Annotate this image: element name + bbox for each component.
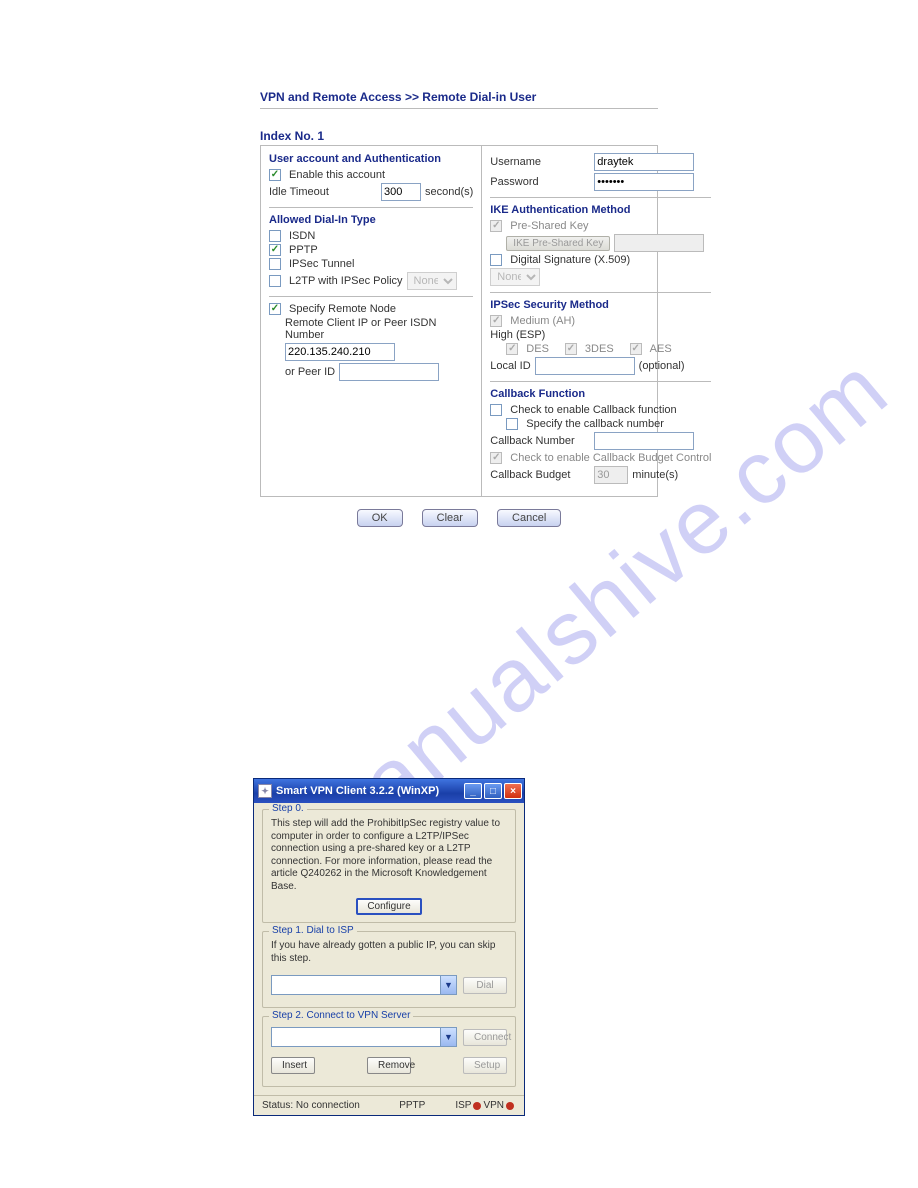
minimize-button[interactable]: _ <box>464 783 482 799</box>
close-button[interactable]: × <box>504 783 522 799</box>
isdn-label: ISDN <box>289 230 315 242</box>
digsig-label: Digital Signature (X.509) <box>510 254 630 266</box>
step1-text: If you have already gotten a public IP, … <box>271 940 507 965</box>
aes-label: AES <box>650 343 672 355</box>
enable-account-checkbox[interactable] <box>269 169 281 181</box>
callback-budget-input <box>594 466 628 484</box>
optional-label: (optional) <box>639 360 685 372</box>
index-title: Index No. 1 <box>260 129 658 143</box>
chevron-down-icon: ▼ <box>440 1028 456 1046</box>
maximize-button[interactable]: □ <box>484 783 502 799</box>
local-id-input[interactable] <box>535 357 635 375</box>
setup-button: Setup <box>463 1057 507 1074</box>
password-label: Password <box>490 176 590 188</box>
ike-title: IKE Authentication Method <box>490 204 711 216</box>
idle-timeout-input[interactable] <box>381 183 421 201</box>
psk-button: IKE Pre-Shared Key <box>506 236 610 251</box>
ipsec-tunnel-checkbox[interactable] <box>269 258 281 270</box>
window-titlebar[interactable]: ✦ Smart VPN Client 3.2.2 (WinXP) _ □ × <box>254 779 524 803</box>
configure-button[interactable]: Configure <box>356 898 421 915</box>
psk-input <box>614 234 704 252</box>
callback-enable-label: Check to enable Callback function <box>510 404 676 416</box>
aes-checkbox <box>630 343 642 355</box>
proto-text: PPTP <box>399 1100 425 1111</box>
l2tp-policy-select: None <box>407 272 457 290</box>
username-label: Username <box>490 156 590 168</box>
digsig-select: None <box>490 268 540 286</box>
l2tp-checkbox[interactable] <box>269 275 281 287</box>
peer-id-label: or Peer ID <box>285 366 335 378</box>
step2-legend: Step 2. Connect to VPN Server <box>269 1010 413 1021</box>
medium-label: Medium (AH) <box>510 315 575 327</box>
ipsec-sec-title: IPSec Security Method <box>490 299 711 311</box>
local-id-label: Local ID <box>490 360 530 372</box>
callback-budget-unit: minute(s) <box>632 469 678 481</box>
dial-button: Dial <box>463 977 507 994</box>
callback-num-label: Callback Number <box>490 435 590 447</box>
isp-label: ISP <box>455 1100 471 1111</box>
tdes-label: 3DES <box>585 343 614 355</box>
des-label: DES <box>526 343 549 355</box>
idle-timeout-label: Idle Timeout <box>269 186 377 198</box>
psk-label: Pre-Shared Key <box>510 220 588 232</box>
callback-budget-enable-label: Check to enable Callback Budget Control <box>510 452 711 464</box>
status-bar: Status: No connection PPTP ISP VPN <box>254 1095 524 1115</box>
medium-checkbox <box>490 315 502 327</box>
isdn-checkbox[interactable] <box>269 230 281 242</box>
high-label: High (ESP) <box>490 329 711 341</box>
user-auth-title: User account and Authentication <box>269 153 473 165</box>
isp-select[interactable]: ▼ <box>271 975 457 995</box>
remove-button[interactable]: Remove <box>367 1057 411 1074</box>
vpn-label: VPN <box>483 1100 504 1111</box>
config-panel: User account and Authentication Enable t… <box>260 145 658 497</box>
step2-group: Step 2. Connect to VPN Server ▼ Connect … <box>262 1016 516 1087</box>
cancel-button[interactable]: Cancel <box>497 509 561 527</box>
vpn-status-dot <box>506 1102 514 1110</box>
ipsec-tunnel-label: IPSec Tunnel <box>289 258 354 270</box>
dialin-title: Allowed Dial-In Type <box>269 214 473 226</box>
vpn-server-select[interactable]: ▼ <box>271 1027 457 1047</box>
des-checkbox <box>506 343 518 355</box>
isp-status-dot <box>473 1102 481 1110</box>
connect-button: Connect <box>463 1029 507 1046</box>
psk-checkbox <box>490 220 502 232</box>
step0-group: Step 0. This step will add the ProhibitI… <box>262 809 516 923</box>
specify-remote-label: Specify Remote Node <box>289 303 396 315</box>
callback-specify-checkbox[interactable] <box>506 418 518 430</box>
callback-specify-label: Specify the callback number <box>526 418 664 430</box>
step1-group: Step 1. Dial to ISP If you have already … <box>262 931 516 1008</box>
tdes-checkbox <box>565 343 577 355</box>
step0-legend: Step 0. <box>269 803 307 814</box>
specify-remote-checkbox[interactable] <box>269 303 281 315</box>
callback-num-input[interactable] <box>594 432 694 450</box>
peer-id-input[interactable] <box>339 363 439 381</box>
chevron-down-icon: ▼ <box>440 976 456 994</box>
enable-account-label: Enable this account <box>289 169 385 181</box>
password-input[interactable] <box>594 173 694 191</box>
pptp-checkbox[interactable] <box>269 244 281 256</box>
callback-enable-checkbox[interactable] <box>490 404 502 416</box>
window-title: Smart VPN Client 3.2.2 (WinXP) <box>276 785 439 797</box>
digsig-checkbox[interactable] <box>490 254 502 266</box>
remote-client-input[interactable] <box>285 343 395 361</box>
remote-client-label: Remote Client IP or Peer ISDN Number <box>285 317 473 341</box>
insert-button[interactable]: Insert <box>271 1057 315 1074</box>
idle-timeout-unit: second(s) <box>425 186 473 198</box>
breadcrumb: VPN and Remote Access >> Remote Dial-in … <box>260 90 658 109</box>
vpn-client-window: ✦ Smart VPN Client 3.2.2 (WinXP) _ □ × S… <box>253 778 525 1116</box>
callback-budget-checkbox <box>490 452 502 464</box>
callback-title: Callback Function <box>490 388 711 400</box>
callback-budget-label: Callback Budget <box>490 469 590 481</box>
pptp-label: PPTP <box>289 244 318 256</box>
clear-button[interactable]: Clear <box>422 509 478 527</box>
l2tp-label: L2TP with IPSec Policy <box>289 275 403 287</box>
step0-text: This step will add the ProhibitIpSec reg… <box>271 818 507 893</box>
step1-legend: Step 1. Dial to ISP <box>269 925 357 936</box>
app-icon: ✦ <box>258 784 272 798</box>
username-input[interactable] <box>594 153 694 171</box>
ok-button[interactable]: OK <box>357 509 403 527</box>
status-text: Status: No connection <box>262 1100 360 1111</box>
